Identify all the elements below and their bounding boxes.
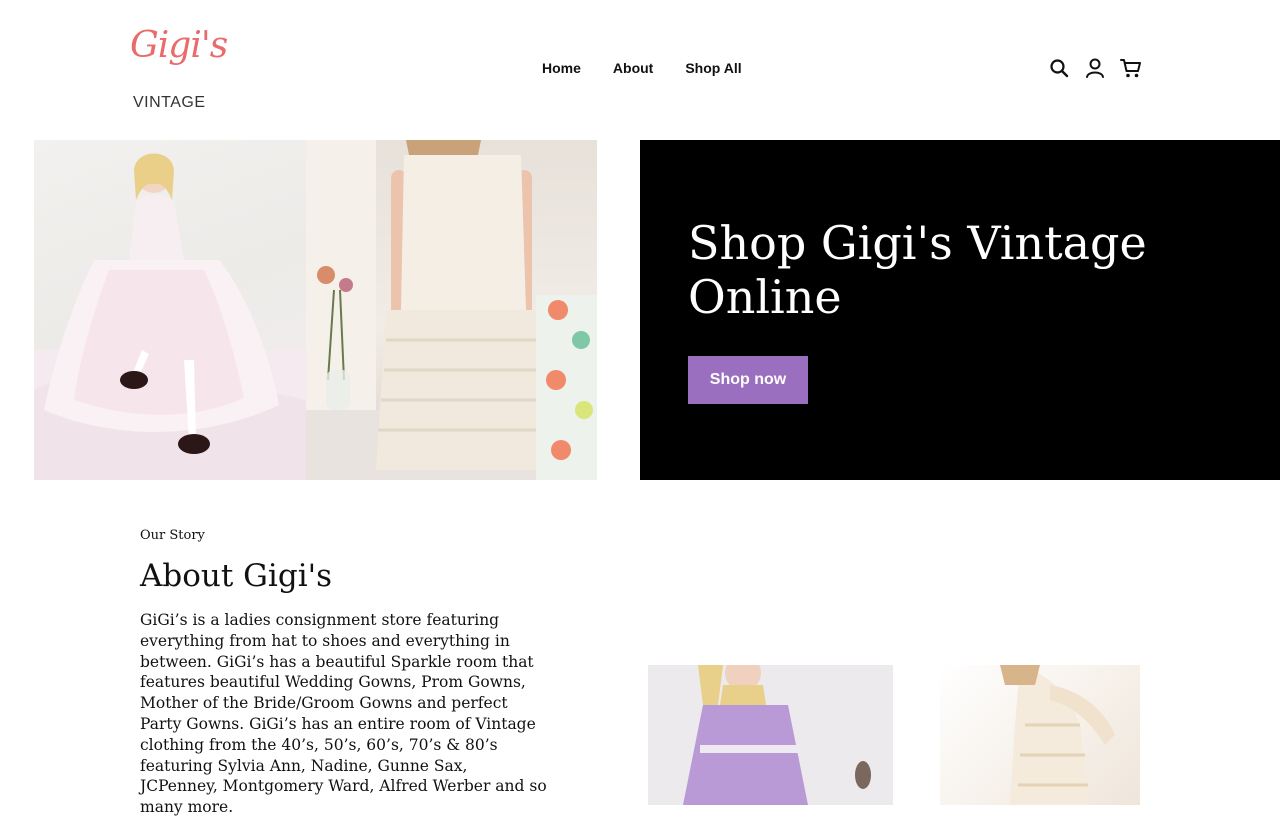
search-icon[interactable] (1048, 57, 1070, 79)
shop-now-button[interactable]: Shop now (688, 356, 808, 404)
header-icon-bar (1048, 57, 1142, 79)
about-title: About Gigi's (140, 558, 333, 594)
hero-title: Shop Gigi's Vintage Online (688, 216, 1147, 324)
hero-banner: Shop Gigi's Vintage Online Shop now (640, 140, 1280, 480)
brand-logo-script: Gigi's (130, 25, 228, 66)
section-kicker: Our Story (140, 528, 205, 543)
nav-link-home[interactable]: Home (542, 58, 581, 78)
cart-icon[interactable] (1120, 57, 1142, 79)
brand-logo[interactable]: Gigi's VINTAGE (130, 26, 228, 116)
hero-photo-lace-dress (306, 140, 597, 480)
site-header: Gigi's VINTAGE Home About Shop All (0, 0, 1280, 140)
main-nav: Home About Shop All (542, 58, 742, 78)
nav-link-about[interactable]: About (613, 58, 653, 78)
account-icon[interactable] (1084, 57, 1106, 79)
product-photo-lavender-dress (648, 665, 893, 805)
about-body-text: GiGi’s is a ladies consignment store fea… (140, 611, 547, 817)
hero-photo-pink-gown (34, 140, 306, 480)
product-photo-cream-lace-dress (940, 665, 1140, 805)
nav-link-shop-all[interactable]: Shop All (685, 58, 741, 78)
brand-logo-subtitle: VINTAGE (133, 94, 206, 111)
